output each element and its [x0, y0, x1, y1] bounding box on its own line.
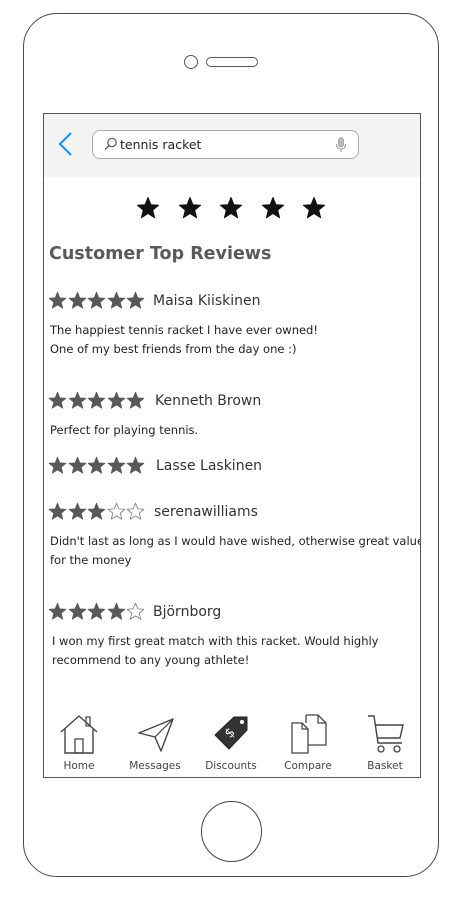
star-filled-icon: [68, 291, 86, 309]
star-filled-icon: [87, 602, 106, 620]
star-filled-icon: [68, 391, 86, 409]
section-title: Customer Top Reviews: [49, 244, 272, 264]
star-filled-icon: [87, 291, 106, 309]
review-text: Didn't last as long as I would have wish…: [50, 534, 421, 567]
star-filled-icon: [107, 291, 125, 309]
star-empty-icon: [107, 502, 125, 520]
paper-plane-icon: [138, 718, 174, 752]
app-screen: Customer Top Reviews Maisa Kiiskinen The…: [43, 113, 421, 778]
bottom-nav: Home Messages $ Discounts Compare Basket: [44, 711, 420, 777]
search-icon: [104, 137, 117, 151]
nav-home[interactable]: Home: [44, 711, 114, 773]
review-text: The happiest tennis racket I have ever o…: [50, 323, 318, 356]
star-empty-icon: [126, 602, 145, 620]
star-filled-icon: [87, 456, 106, 474]
rating-filter[interactable]: [136, 196, 326, 220]
star-filled-icon: [48, 391, 67, 409]
review-rating: [48, 291, 146, 311]
star-filled-icon: [126, 391, 145, 409]
filter-star-icon[interactable]: [219, 196, 243, 220]
star-filled-icon: [48, 456, 67, 474]
nav-basket-label: Basket: [367, 760, 403, 772]
documents-icon: [291, 714, 327, 754]
camera-lens: [184, 55, 198, 69]
search-box[interactable]: [92, 130, 359, 159]
star-filled-icon: [68, 456, 86, 474]
star-filled-icon: [48, 602, 67, 620]
star-filled-icon: [48, 502, 67, 520]
reviewer-name: Lasse Laskinen: [156, 458, 263, 474]
review-rating: [48, 502, 146, 522]
star-filled-icon: [48, 291, 67, 309]
star-filled-icon: [68, 502, 86, 520]
nav-messages-label: Messages: [129, 760, 181, 772]
star-filled-icon: [126, 291, 145, 309]
filter-star-icon[interactable]: [178, 196, 202, 220]
search-input[interactable]: [120, 134, 330, 155]
filter-star-icon[interactable]: [261, 196, 285, 220]
nav-discounts[interactable]: $ Discounts: [196, 711, 266, 773]
star-filled-icon: [107, 602, 125, 620]
reviewer-name: Kenneth Brown: [155, 393, 262, 409]
star-filled-icon: [68, 602, 86, 620]
star-filled-icon: [107, 456, 125, 474]
search-bar-area: [44, 114, 420, 177]
nav-basket[interactable]: Basket: [350, 711, 420, 773]
nav-home-label: Home: [63, 760, 95, 772]
nav-compare[interactable]: Compare: [273, 711, 343, 773]
house-icon: [60, 715, 98, 754]
speaker-grille: [206, 57, 258, 67]
star-filled-icon: [107, 391, 125, 409]
nav-compare-label: Compare: [284, 760, 332, 772]
microphone-icon[interactable]: [335, 137, 347, 153]
nav-messages[interactable]: Messages: [120, 711, 190, 773]
star-filled-icon: [126, 456, 145, 474]
shopping-cart-icon: [368, 715, 404, 753]
review-rating: [48, 602, 146, 622]
review-text: I won my first great match with this rac…: [52, 634, 379, 667]
filter-star-icon[interactable]: [136, 196, 160, 220]
review-rating: [48, 456, 146, 476]
review-text: Perfect for playing tennis.: [50, 423, 199, 437]
star-filled-icon: [87, 502, 106, 520]
reviewer-name: Björnborg: [153, 604, 222, 620]
review-rating: [48, 391, 146, 411]
back-arrow-icon[interactable]: [56, 131, 76, 157]
filter-star-icon[interactable]: [302, 196, 326, 220]
star-empty-icon: [126, 502, 145, 520]
phone-home-button[interactable]: [201, 801, 262, 862]
star-filled-icon: [87, 391, 106, 409]
reviewer-name: serenawilliams: [154, 504, 258, 520]
nav-discounts-label: Discounts: [205, 760, 257, 772]
price-tag-icon: $: [214, 716, 248, 750]
reviewer-name: Maisa Kiiskinen: [153, 293, 261, 309]
